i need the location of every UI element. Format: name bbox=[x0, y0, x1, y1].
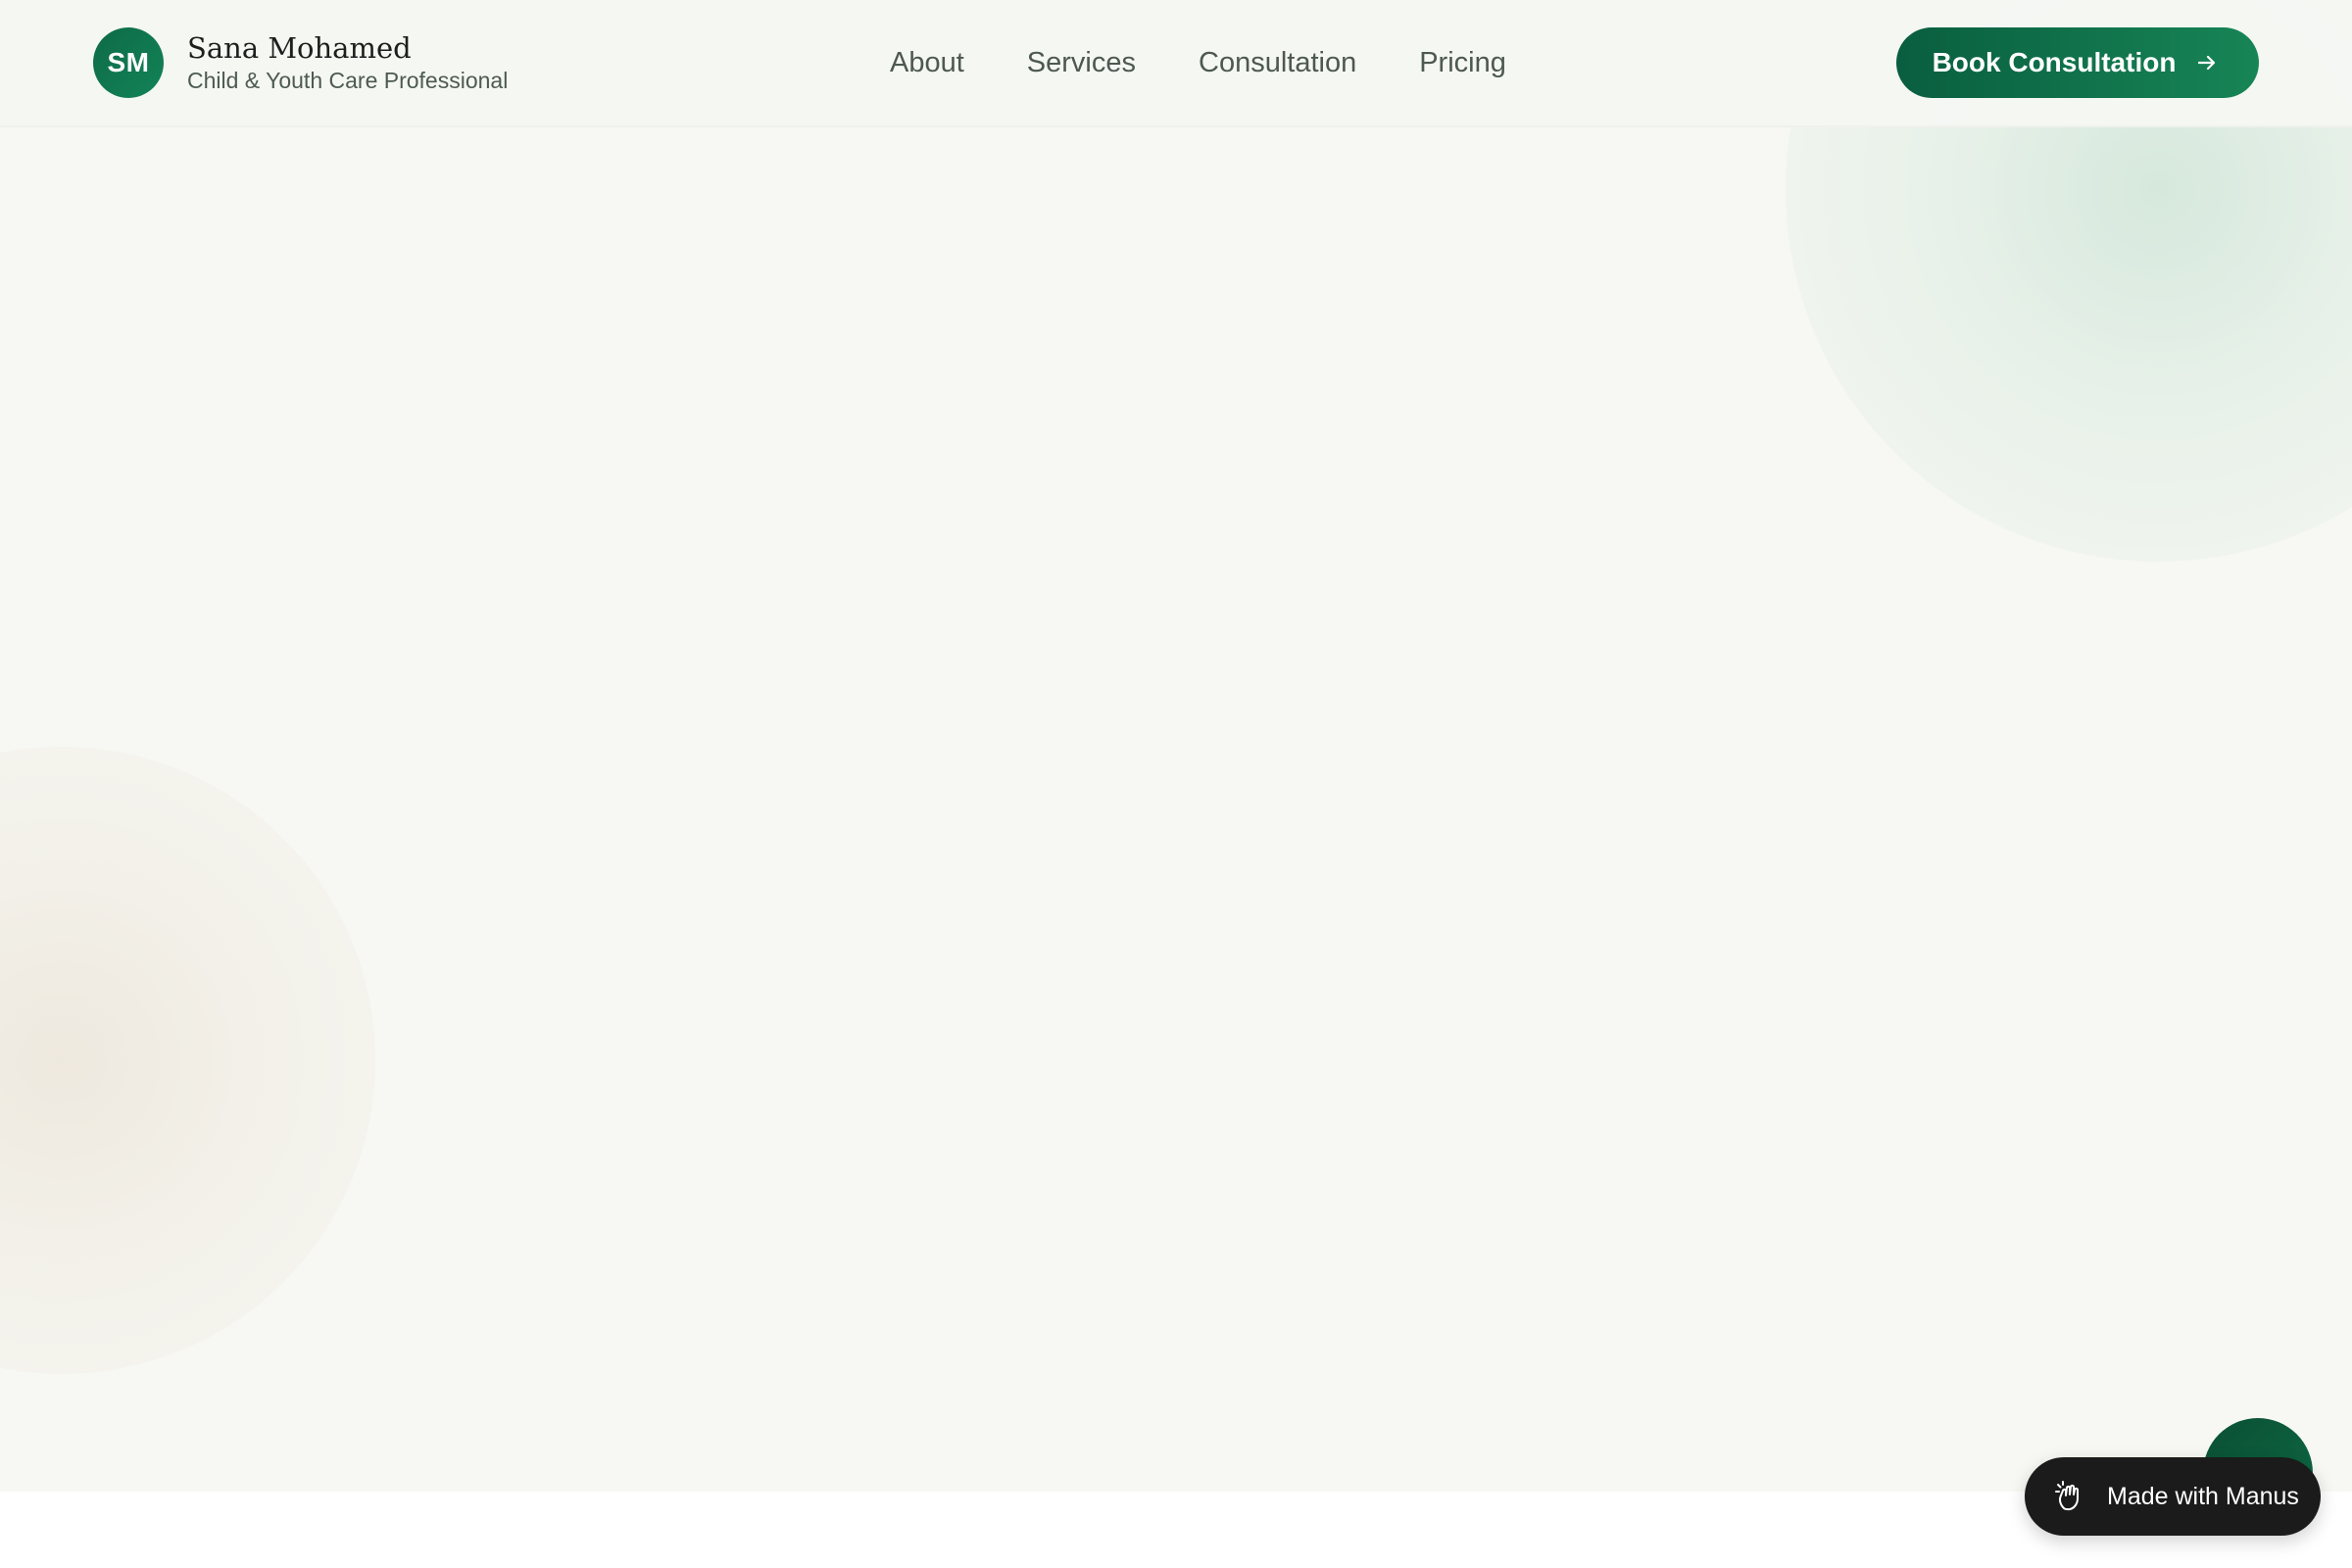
made-with-manus-badge[interactable]: Made with Manus bbox=[2025, 1457, 2321, 1536]
made-with-manus-label: Made with Manus bbox=[2107, 1482, 2299, 1510]
brand[interactable]: SM Sana Mohamed Child & Youth Care Profe… bbox=[93, 27, 508, 98]
brand-subtitle: Child & Youth Care Professional bbox=[187, 68, 509, 93]
manus-hand-icon bbox=[2052, 1479, 2087, 1514]
main-nav: About Services Consultation Pricing bbox=[890, 45, 1506, 80]
book-consultation-button[interactable]: Book Consultation bbox=[1896, 27, 2259, 98]
book-consultation-label: Book Consultation bbox=[1932, 47, 2177, 77]
nav-link-pricing[interactable]: Pricing bbox=[1419, 45, 1506, 80]
brand-name: Sana Mohamed bbox=[187, 31, 412, 65]
arrow-right-icon bbox=[2195, 51, 2219, 74]
hero-section bbox=[0, 0, 2352, 1492]
nav-link-about[interactable]: About bbox=[890, 45, 964, 80]
nav-link-services[interactable]: Services bbox=[1027, 45, 1136, 80]
nav-link-consultation[interactable]: Consultation bbox=[1199, 45, 1356, 80]
logo-avatar[interactable]: SM bbox=[93, 27, 164, 98]
site-header: SM Sana Mohamed Child & Youth Care Profe… bbox=[0, 0, 2352, 127]
brand-text: Sana Mohamed Child & Youth Care Professi… bbox=[187, 31, 508, 94]
decorative-circle-beige bbox=[0, 747, 375, 1374]
